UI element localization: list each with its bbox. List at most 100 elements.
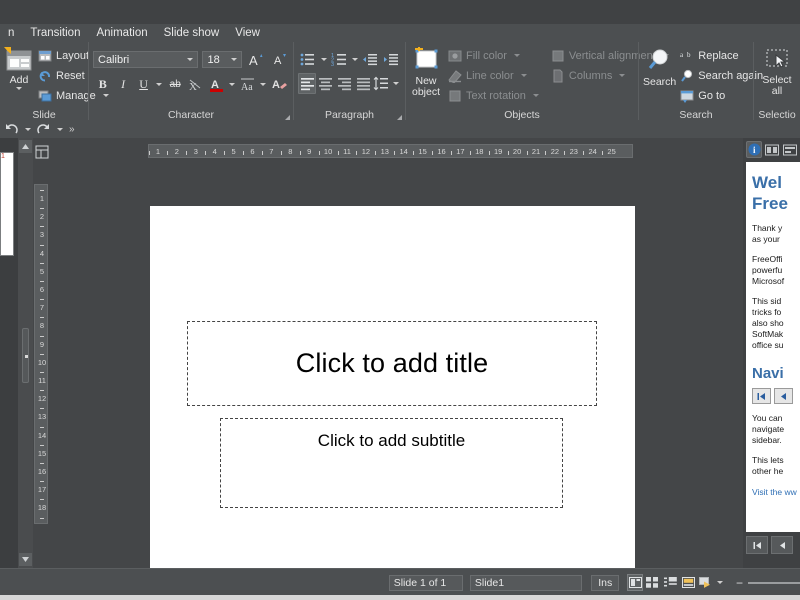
justify-button[interactable] bbox=[354, 73, 372, 94]
sidebar-prev-button[interactable] bbox=[774, 388, 793, 404]
chevron-down-icon[interactable] bbox=[185, 54, 195, 66]
line-spacing-dropdown[interactable] bbox=[392, 73, 401, 94]
hruler-minor-mark bbox=[375, 151, 377, 155]
more-commands-button[interactable]: » bbox=[66, 124, 75, 135]
slide-name-field[interactable]: Slide1 bbox=[469, 574, 583, 591]
chevron-down-icon[interactable] bbox=[520, 74, 527, 77]
vruler-minor-mark bbox=[40, 189, 44, 191]
bullets-dropdown[interactable] bbox=[318, 49, 328, 70]
redo-dropdown[interactable] bbox=[54, 121, 65, 138]
slide-thumbnail-panel[interactable]: 1 bbox=[0, 138, 18, 568]
select-all-button[interactable]: Select all bbox=[758, 45, 796, 97]
sidebar-paragraph-3: This sid tricks fo also sho SoftMak offi… bbox=[752, 296, 784, 350]
sidebar-tab-info[interactable]: i bbox=[746, 141, 762, 158]
svg-text:b: b bbox=[687, 51, 691, 59]
sidebar-website-link[interactable]: Visit the ww bbox=[752, 487, 800, 497]
numbering-button[interactable]: 1 2 3 bbox=[330, 49, 349, 70]
decrease-indent-button[interactable] bbox=[361, 49, 380, 70]
align-right-button[interactable] bbox=[336, 73, 354, 94]
new-object-button[interactable]: New object bbox=[410, 45, 442, 98]
hruler-minor-mark bbox=[432, 151, 434, 155]
redo-button[interactable] bbox=[34, 121, 53, 138]
change-case-dropdown[interactable] bbox=[258, 74, 268, 95]
bold-button[interactable]: B bbox=[93, 74, 112, 95]
align-center-button[interactable] bbox=[317, 73, 335, 94]
chevron-down-icon[interactable] bbox=[619, 74, 626, 77]
layout-label: Layout bbox=[56, 49, 90, 62]
undo-dropdown[interactable] bbox=[22, 121, 33, 138]
outline-view-button[interactable] bbox=[663, 574, 679, 591]
sidebar-first-button[interactable] bbox=[752, 388, 771, 404]
ruler-corner-button[interactable] bbox=[34, 144, 50, 160]
strikethrough-button[interactable]: ab bbox=[165, 74, 184, 95]
add-slide-button[interactable]: Add bbox=[4, 45, 34, 90]
vruler-minor-mark bbox=[40, 208, 44, 210]
fill-color-button[interactable]: Fill color bbox=[446, 46, 543, 65]
menu-item-animation[interactable]: Animation bbox=[88, 25, 155, 41]
chevron-down-icon[interactable] bbox=[513, 54, 520, 57]
zoom-slider[interactable] bbox=[747, 576, 800, 590]
sidebar-footer-first-button[interactable] bbox=[746, 536, 768, 554]
hruler-minor-mark bbox=[149, 151, 150, 155]
superscript-button[interactable]: X bbox=[186, 74, 205, 95]
underline-button[interactable]: U bbox=[134, 74, 153, 95]
start-slideshow-button[interactable] bbox=[698, 574, 714, 591]
chevron-down-icon[interactable] bbox=[532, 94, 539, 97]
menu-item-transition[interactable]: Transition bbox=[22, 25, 88, 41]
search-button[interactable]: Search bbox=[643, 45, 676, 88]
font-name-combo[interactable]: Calibri bbox=[93, 51, 199, 68]
hruler-minor-mark bbox=[602, 151, 604, 155]
slideshow-dropdown[interactable] bbox=[715, 575, 725, 590]
undo-button[interactable] bbox=[2, 121, 21, 138]
numbering-dropdown[interactable] bbox=[350, 49, 360, 70]
menu-item-n[interactable]: n bbox=[0, 25, 22, 41]
sidebar-tab-designs[interactable] bbox=[782, 141, 798, 158]
menu-item-view[interactable]: View bbox=[227, 25, 268, 41]
sidebar-tab-layouts[interactable] bbox=[764, 141, 780, 158]
hruler-minor-mark bbox=[564, 151, 566, 155]
ribbon-group-objects: New object Fill color Line color Text ro… bbox=[405, 42, 669, 122]
slide-thumbnail-1[interactable]: 1 bbox=[0, 152, 14, 256]
chevron-down-icon[interactable] bbox=[229, 54, 239, 66]
sidebar-heading-navigation: Navi bbox=[752, 365, 784, 382]
zoom-out-button[interactable]: − bbox=[731, 576, 748, 590]
slide-sorter-button[interactable] bbox=[645, 574, 661, 591]
font-size-combo[interactable]: 18 bbox=[202, 51, 243, 68]
horizontal-ruler[interactable]: 1 2 3 4 5 6 7 8 9 10 11 12 13 14 15 16 17 18 19 20 21 22 23 24 2… bbox=[148, 144, 633, 158]
line-color-button[interactable]: Line color bbox=[446, 66, 543, 85]
font-color-button[interactable]: A bbox=[206, 74, 225, 95]
line-color-icon bbox=[448, 69, 462, 83]
hruler-tick: 24 bbox=[588, 147, 597, 156]
increase-indent-button[interactable] bbox=[382, 49, 401, 70]
subtitle-placeholder[interactable]: Click to add subtitle bbox=[220, 418, 563, 508]
change-case-button[interactable]: Aa bbox=[238, 74, 257, 95]
font-color-dropdown[interactable] bbox=[227, 74, 237, 95]
normal-view-button[interactable] bbox=[627, 574, 644, 591]
thumbnail-scroll-up-button[interactable] bbox=[19, 140, 32, 153]
clear-formatting-button[interactable]: A bbox=[270, 74, 289, 95]
vruler-tick: 11 bbox=[38, 376, 46, 385]
line-spacing-button[interactable] bbox=[373, 73, 391, 94]
slide-surface[interactable]: Click to add title Click to add subtitle bbox=[150, 206, 635, 573]
thumbnail-scroll-down-button[interactable] bbox=[19, 553, 32, 566]
work-area: 1 1 2 3 4 5 6 7 8 9 10 11 12 13 14 15 16 17 18 19 20 21 22 23 2… bbox=[0, 138, 800, 573]
panel-splitter-handle[interactable] bbox=[22, 328, 29, 383]
underline-dropdown[interactable] bbox=[154, 74, 164, 95]
shrink-font-button[interactable]: A bbox=[270, 49, 289, 70]
sidebar-paragraph-5: This lets other he bbox=[752, 455, 784, 476]
italic-button[interactable]: I bbox=[113, 74, 132, 95]
text-rotation-button[interactable]: Text rotation bbox=[446, 86, 543, 105]
grow-font-button[interactable]: A bbox=[246, 49, 265, 70]
vertical-ruler[interactable]: 1 2 3 4 5 6 7 8 9 10 11 12 13 14 15 16 17 18 bbox=[34, 184, 48, 524]
title-placeholder[interactable]: Click to add title bbox=[187, 321, 597, 406]
slide-canvas[interactable]: Click to add title Click to add subtitle bbox=[50, 164, 715, 573]
hruler-tick: 13 bbox=[380, 147, 389, 156]
bullets-button[interactable] bbox=[298, 49, 317, 70]
notes-view-button[interactable] bbox=[680, 574, 696, 591]
chevron-down-icon[interactable] bbox=[16, 87, 22, 90]
menu-item-slide-show[interactable]: Slide show bbox=[156, 25, 228, 41]
align-left-button[interactable] bbox=[298, 73, 316, 94]
insert-mode-indicator[interactable]: Ins bbox=[591, 574, 620, 591]
sidebar-footer-prev-button[interactable] bbox=[771, 536, 793, 554]
new-object-icon bbox=[410, 47, 442, 74]
